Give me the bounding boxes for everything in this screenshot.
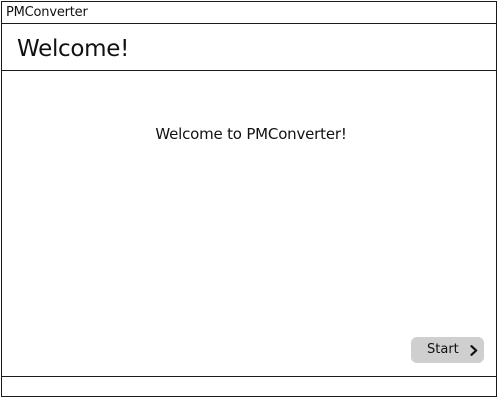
title-bar: PMConverter xyxy=(2,2,496,24)
start-button-label: Start xyxy=(427,342,459,357)
main-content: Welcome to PMConverter! Start xyxy=(2,71,496,377)
welcome-message: Welcome to PMConverter! xyxy=(155,125,347,143)
chevron-right-icon xyxy=(470,345,478,356)
app-window: PMConverter Welcome! Welcome to PMConver… xyxy=(1,1,497,397)
page-title: Welcome! xyxy=(17,36,130,62)
start-button[interactable]: Start xyxy=(411,337,484,363)
page-header: Welcome! xyxy=(2,24,496,71)
app-title: PMConverter xyxy=(6,5,88,20)
status-bar xyxy=(2,376,496,396)
